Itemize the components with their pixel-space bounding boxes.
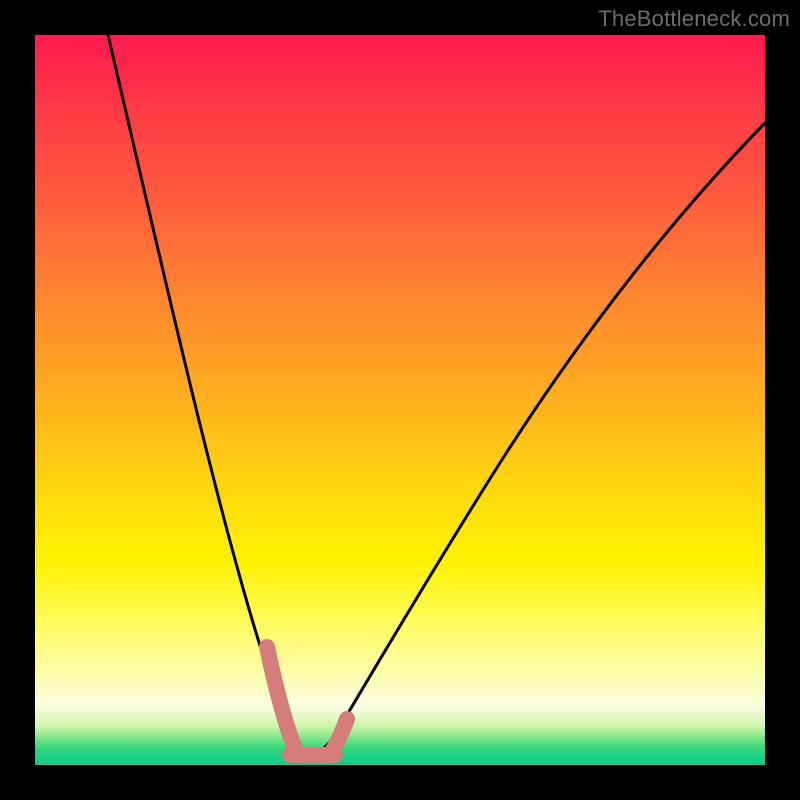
chart-frame: TheBottleneck.com bbox=[0, 0, 800, 800]
watermark-text: TheBottleneck.com bbox=[598, 6, 790, 32]
highlight-left-segment bbox=[267, 647, 295, 749]
bottleneck-curve-svg bbox=[35, 35, 765, 765]
bottleneck-curve-right bbox=[335, 123, 765, 735]
plot-area bbox=[35, 35, 765, 765]
highlight-right-segment bbox=[331, 719, 347, 753]
